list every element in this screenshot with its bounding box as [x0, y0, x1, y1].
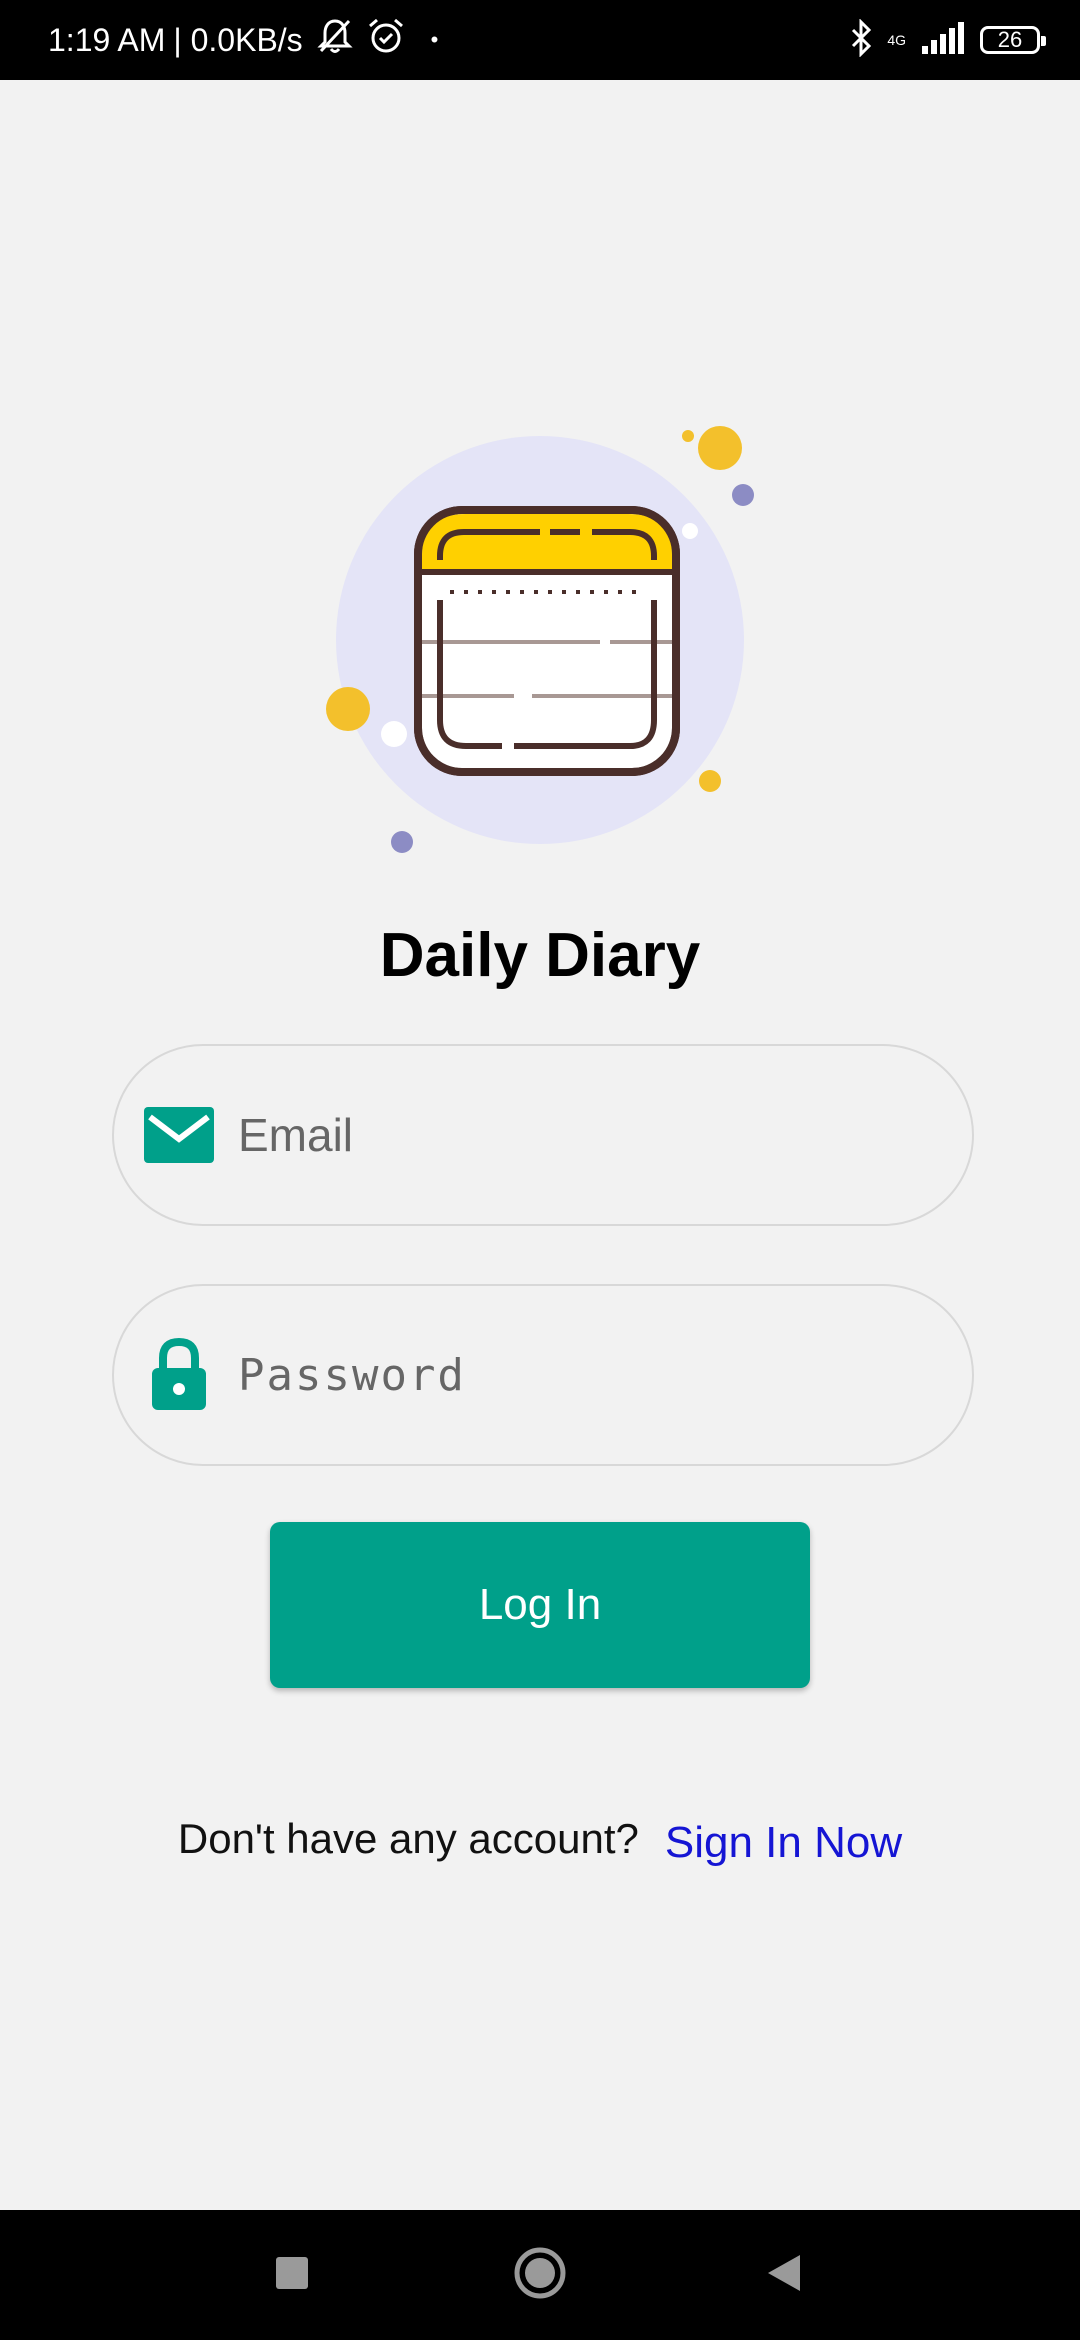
signup-prompt: Don't have any account? [177, 1815, 639, 1862]
sign-in-now-link[interactable]: Sign In Now [665, 1818, 902, 1868]
status-speed: | 0.0KB/s [173, 21, 303, 58]
login-button[interactable]: Log In [270, 1522, 810, 1688]
back-button[interactable] [724, 2210, 844, 2340]
app-title: Daily Diary [379, 921, 701, 990]
status-bar: 1:19 AM | 0.0KB/s • 4G 26 [0, 0, 1080, 80]
signup-row: Don't have any account? Sign In Now [0, 1810, 1080, 1868]
notepad-icon [326, 426, 754, 853]
battery-level: 26 [997, 27, 1023, 52]
status-right: 4G 26 [849, 0, 1046, 80]
status-left: 1:19 AM | 0.0KB/s • [48, 0, 438, 80]
status-time: 1:19 AM [48, 21, 166, 58]
mail-icon [144, 1100, 214, 1170]
email-input[interactable] [236, 1107, 880, 1163]
status-dot: • [430, 27, 439, 52]
recents-square-icon [275, 2256, 309, 2295]
alarm-icon [367, 17, 405, 63]
lock-icon [144, 1338, 214, 1410]
back-triangle-icon [766, 2253, 802, 2298]
password-field[interactable] [112, 1284, 974, 1466]
navigation-bar [0, 2210, 1080, 2340]
recents-button[interactable] [232, 2210, 352, 2340]
bell-off-icon [317, 17, 353, 63]
bluetooth-icon [849, 17, 873, 62]
password-input[interactable] [236, 1348, 880, 1402]
home-button[interactable] [480, 2210, 600, 2340]
signal-icon [920, 21, 966, 59]
email-field[interactable] [112, 1044, 974, 1226]
home-circle-icon [513, 2246, 567, 2305]
network-type: 4G [887, 32, 906, 48]
battery-icon: 26 [980, 26, 1046, 54]
